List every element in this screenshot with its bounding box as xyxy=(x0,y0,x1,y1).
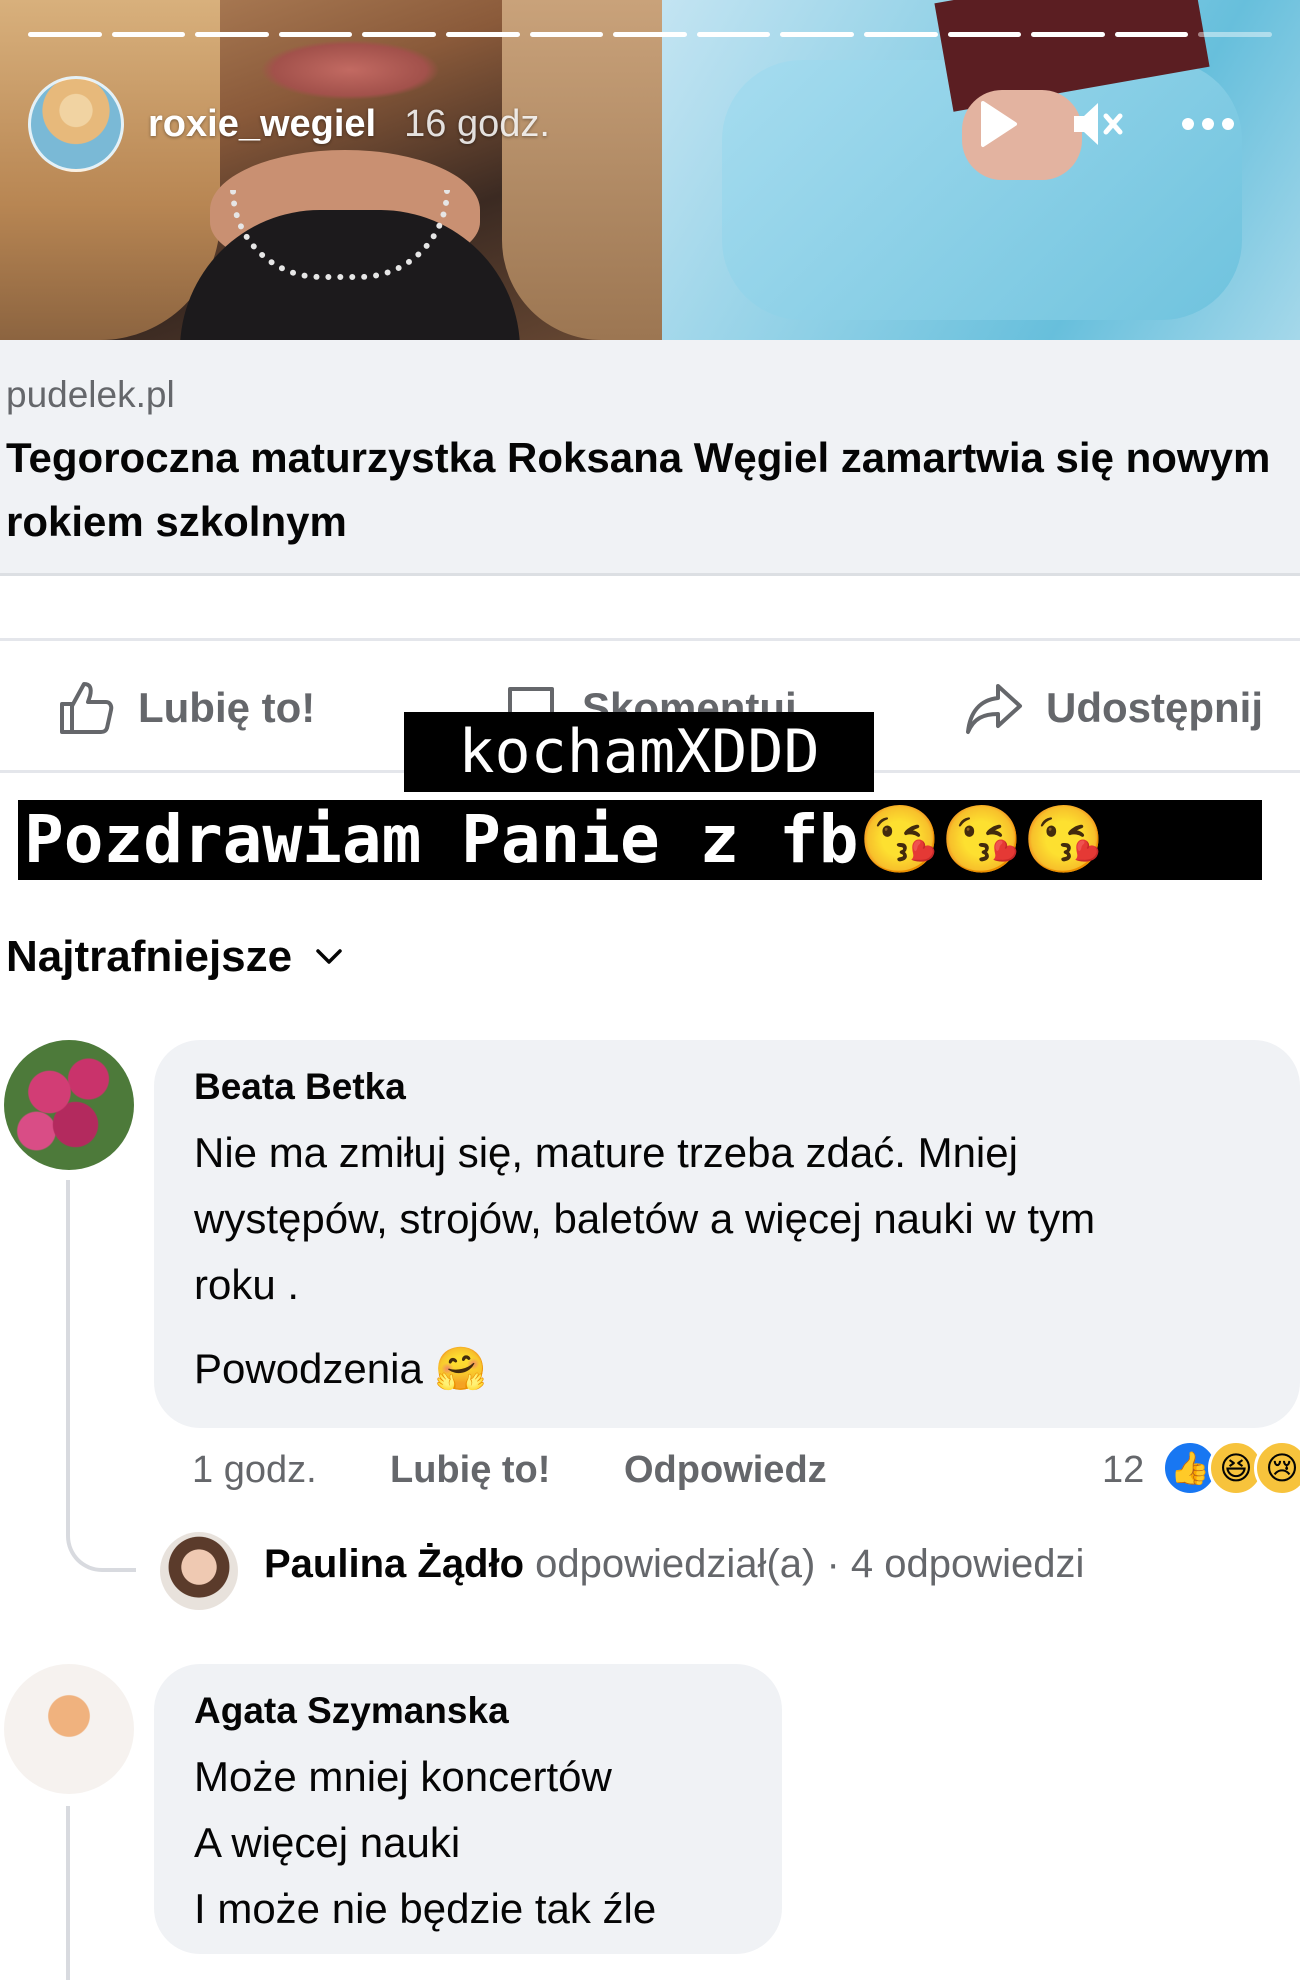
comment-text-line: A więcej nauki xyxy=(194,1819,461,1866)
reply-action: odpowiedział(a) xyxy=(535,1542,816,1586)
comment-sort-dropdown[interactable]: Najtrafniejsze xyxy=(6,932,344,982)
progress-segment xyxy=(780,32,854,37)
sad-reaction-icon: 😢 xyxy=(1254,1440,1300,1496)
avatar[interactable] xyxy=(4,1664,134,1794)
progress-segment xyxy=(362,32,436,37)
thumbs-up-icon xyxy=(60,682,114,734)
progress-segment xyxy=(696,32,771,37)
progress-segment xyxy=(1031,32,1105,37)
share-button[interactable]: Udostępnij xyxy=(964,676,1263,740)
reaction-count[interactable]: 12 xyxy=(1102,1440,1144,1500)
reply-thread-line xyxy=(66,1180,136,1572)
progress-segment xyxy=(195,32,269,37)
sort-label: Najtrafniejsze xyxy=(6,932,293,981)
divider xyxy=(0,638,1300,641)
avatar[interactable] xyxy=(160,1532,238,1610)
more-icon[interactable] xyxy=(1178,94,1238,154)
reactions[interactable]: 👍 😆 😢 xyxy=(1162,1440,1300,1500)
progress-segment xyxy=(947,32,1022,37)
comment-reply-button[interactable]: Odpowiedz xyxy=(624,1440,827,1500)
progress-segment xyxy=(445,32,520,37)
comment-like-button[interactable]: Lubię to! xyxy=(390,1440,550,1500)
comment-text-line: Powodzenia 🤗 xyxy=(194,1345,487,1392)
progress-segment xyxy=(529,32,604,37)
comment-text-line: występów, strojów, baletów a więcej nauk… xyxy=(194,1195,1096,1242)
story-text-sticker: kochamXDDD xyxy=(404,712,874,792)
view-replies-link[interactable]: Paulina Żądło odpowiedział(a) · 4 odpowi… xyxy=(264,1542,1084,1587)
share-label: Udostępnij xyxy=(1046,684,1263,731)
progress-segment xyxy=(28,32,102,37)
like-label: Lubię to! xyxy=(138,684,316,731)
story-time: 16 godz. xyxy=(404,102,550,145)
progress-segment xyxy=(613,32,687,37)
comment-time[interactable]: 1 godz. xyxy=(192,1440,317,1500)
story-progress-bar xyxy=(28,32,1272,38)
story-text-sticker: Pozdrawiam Panie z fb😘😘😘 xyxy=(18,800,1262,880)
story-header: roxie_wegiel 16 godz. xyxy=(28,76,1272,172)
story-avatar[interactable] xyxy=(28,76,124,172)
link-domain: pudelek.pl xyxy=(6,374,175,415)
reply-count: · 4 odpowiedzi xyxy=(826,1542,1085,1586)
comment-author[interactable]: Agata Szymanska xyxy=(194,1690,509,1732)
comment-text-line: Nie ma zmiłuj się, mature trzeba zdać. M… xyxy=(194,1129,1018,1176)
comment-bubble: Beata Betka Nie ma zmiłuj się, mature tr… xyxy=(154,1040,1300,1428)
share-icon xyxy=(966,684,1022,734)
mute-icon[interactable] xyxy=(1068,94,1128,154)
comment-author[interactable]: Beata Betka xyxy=(194,1066,406,1108)
progress-segment xyxy=(863,32,938,37)
reply-thread-line xyxy=(66,1806,70,1980)
chevron-down-icon xyxy=(316,949,342,964)
story-username[interactable]: roxie_wegiel xyxy=(148,103,376,146)
avatar[interactable] xyxy=(4,1040,134,1170)
link-title[interactable]: Tegoroczna maturzystka Roksana Węgiel za… xyxy=(6,426,1296,554)
comment-text-line: Może mniej koncertów xyxy=(194,1753,612,1800)
comment-text-line: roku . xyxy=(194,1261,300,1308)
like-button[interactable]: Lubię to! xyxy=(56,676,315,740)
comment-text-line: I może nie będzie tak źle xyxy=(194,1885,657,1932)
comment-bubble: Agata Szymanska Może mniej koncertów A w… xyxy=(154,1664,782,1954)
progress-segment xyxy=(1198,32,1272,37)
progress-segment xyxy=(111,32,186,37)
play-icon[interactable] xyxy=(968,94,1028,154)
reply-author: Paulina Żądło xyxy=(264,1542,525,1586)
progress-segment xyxy=(1114,32,1189,37)
progress-segment xyxy=(278,32,353,37)
link-preview[interactable]: pudelek.pl Tegoroczna maturzystka Roksan… xyxy=(0,340,1300,576)
